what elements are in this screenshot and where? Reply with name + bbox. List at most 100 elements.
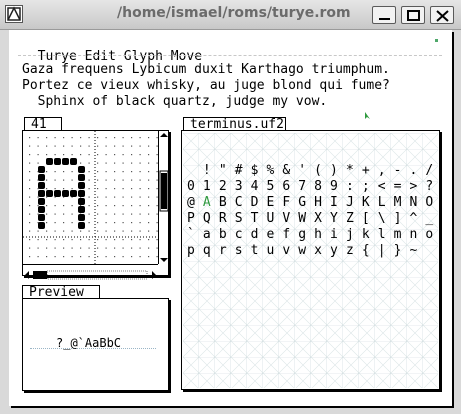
glyph-cell[interactable]: } — [390, 243, 406, 258]
glyph-cell[interactable]: ( — [310, 163, 326, 178]
glyph-cell[interactable]: ) — [326, 163, 342, 178]
glyph-cell[interactable]: > — [405, 179, 421, 194]
glyph-cell[interactable]: g — [294, 227, 310, 242]
glyph-cell[interactable]: z — [342, 243, 358, 258]
glyph-cell[interactable]: X — [310, 211, 326, 226]
glyph-pixel[interactable] — [46, 158, 53, 165]
close-button[interactable] — [430, 6, 454, 24]
glyph-cell[interactable]: w — [294, 243, 310, 258]
glyph-cell[interactable]: d — [247, 227, 263, 242]
glyph-cell[interactable]: m — [390, 227, 406, 242]
maximize-button[interactable] — [401, 6, 425, 24]
glyph-cell[interactable] — [183, 163, 199, 178]
glyph-pixel[interactable] — [54, 158, 61, 165]
glyph-cell[interactable]: < — [374, 179, 390, 194]
glyph-cell[interactable]: k — [358, 227, 374, 242]
glyph-cell[interactable]: W — [294, 211, 310, 226]
glyph-pixel[interactable] — [46, 190, 53, 197]
glyph-cell[interactable]: u — [262, 243, 278, 258]
glyph-cell[interactable]: c — [231, 227, 247, 242]
glyph-cell[interactable]: 3 — [231, 179, 247, 194]
glyph-cell[interactable]: . — [405, 163, 421, 178]
glyph-pixel[interactable] — [78, 198, 85, 205]
glyph-cell[interactable]: P — [183, 211, 199, 226]
glyph-cell[interactable]: Z — [342, 211, 358, 226]
scroll-right-icon[interactable] — [152, 271, 156, 279]
glyph-pixel[interactable] — [38, 182, 45, 189]
glyph-cell[interactable]: K — [358, 195, 374, 210]
glyph-pixel[interactable] — [38, 206, 45, 213]
glyph-pixel[interactable] — [78, 222, 85, 229]
glyph-cell[interactable]: ! — [199, 163, 215, 178]
glyph-cell[interactable]: 0 — [183, 179, 199, 194]
tab-font-file[interactable]: terminus.uf2 — [183, 117, 286, 132]
glyph-cell[interactable]: ~ — [405, 243, 421, 258]
glyph-cell[interactable]: l — [374, 227, 390, 242]
glyph-vertical-scrollbar[interactable] — [158, 131, 169, 264]
glyph-pixel[interactable] — [38, 190, 45, 197]
glyph-cell[interactable]: V — [278, 211, 294, 226]
minimize-button[interactable] — [372, 6, 396, 24]
glyph-cell[interactable]: y — [326, 243, 342, 258]
glyph-cell[interactable]: + — [358, 163, 374, 178]
glyph-cell[interactable]: Y — [326, 211, 342, 226]
glyph-pixel[interactable] — [78, 166, 85, 173]
glyph-cell[interactable]: h — [310, 227, 326, 242]
glyph-cell[interactable]: T — [247, 211, 263, 226]
glyph-cell[interactable]: 5 — [262, 179, 278, 194]
glyph-cell[interactable]: * — [342, 163, 358, 178]
glyph-cell[interactable]: [ — [358, 211, 374, 226]
glyph-cell[interactable]: - — [390, 163, 406, 178]
glyph-cell[interactable]: ? — [421, 179, 437, 194]
glyph-cell[interactable]: q — [199, 243, 215, 258]
glyph-cell[interactable]: S — [231, 211, 247, 226]
glyph-pixel[interactable] — [78, 206, 85, 213]
glyph-cell[interactable]: = — [390, 179, 406, 194]
glyph-cell[interactable]: ] — [390, 211, 406, 226]
glyph-cell[interactable]: H — [310, 195, 326, 210]
glyph-cell[interactable]: 4 — [247, 179, 263, 194]
glyph-cell[interactable]: ; — [358, 179, 374, 194]
glyph-cell[interactable]: F — [278, 195, 294, 210]
glyph-cell[interactable]: U — [262, 211, 278, 226]
glyph-cell[interactable]: Q — [199, 211, 215, 226]
glyph-cell[interactable]: t — [247, 243, 263, 258]
glyph-cell[interactable]: G — [294, 195, 310, 210]
glyph-cell[interactable]: i — [326, 227, 342, 242]
glyph-horizontal-scrollbar[interactable] — [23, 264, 158, 280]
glyph-cell[interactable]: $ — [247, 163, 263, 178]
glyph-cell[interactable]: , — [374, 163, 390, 178]
glyph-cell[interactable]: e — [262, 227, 278, 242]
glyph-cell[interactable]: N — [405, 195, 421, 210]
glyph-cell[interactable]: j — [342, 227, 358, 242]
glyph-pixel[interactable] — [70, 190, 77, 197]
glyph-cell[interactable]: ' — [294, 163, 310, 178]
glyph-cell[interactable]: a — [199, 227, 215, 242]
glyph-cell[interactable]: E — [262, 195, 278, 210]
glyph-cell[interactable]: 7 — [294, 179, 310, 194]
glyph-cell[interactable]: J — [342, 195, 358, 210]
glyph-pixel[interactable] — [78, 214, 85, 221]
glyph-cell[interactable]: % — [262, 163, 278, 178]
glyph-cell[interactable]: p — [183, 243, 199, 258]
glyph-cell[interactable]: O — [421, 195, 437, 210]
window-titlebar[interactable]: /home/ismael/roms/turye.rom — [0, 0, 461, 30]
scroll-left-icon[interactable] — [25, 271, 29, 279]
glyph-cell[interactable]: A — [199, 195, 215, 210]
glyph-cell[interactable]: ` — [183, 227, 199, 242]
glyph-cell[interactable]: C — [231, 195, 247, 210]
glyph-edit-canvas[interactable] — [23, 131, 158, 264]
glyph-cell[interactable]: s — [231, 243, 247, 258]
glyph-pixel[interactable] — [38, 214, 45, 221]
glyph-pixel[interactable] — [70, 158, 77, 165]
glyph-cell[interactable]: D — [247, 195, 263, 210]
tab-preview[interactable]: Preview — [22, 285, 100, 300]
glyph-pixel[interactable] — [38, 174, 45, 181]
glyph-pixel[interactable] — [78, 182, 85, 189]
glyph-cell[interactable]: 6 — [278, 179, 294, 194]
glyph-cell[interactable]: b — [215, 227, 231, 242]
glyph-cell[interactable]: \ — [374, 211, 390, 226]
glyph-pixel[interactable] — [78, 174, 85, 181]
glyph-pixel[interactable] — [38, 222, 45, 229]
glyph-cell[interactable]: n — [405, 227, 421, 242]
